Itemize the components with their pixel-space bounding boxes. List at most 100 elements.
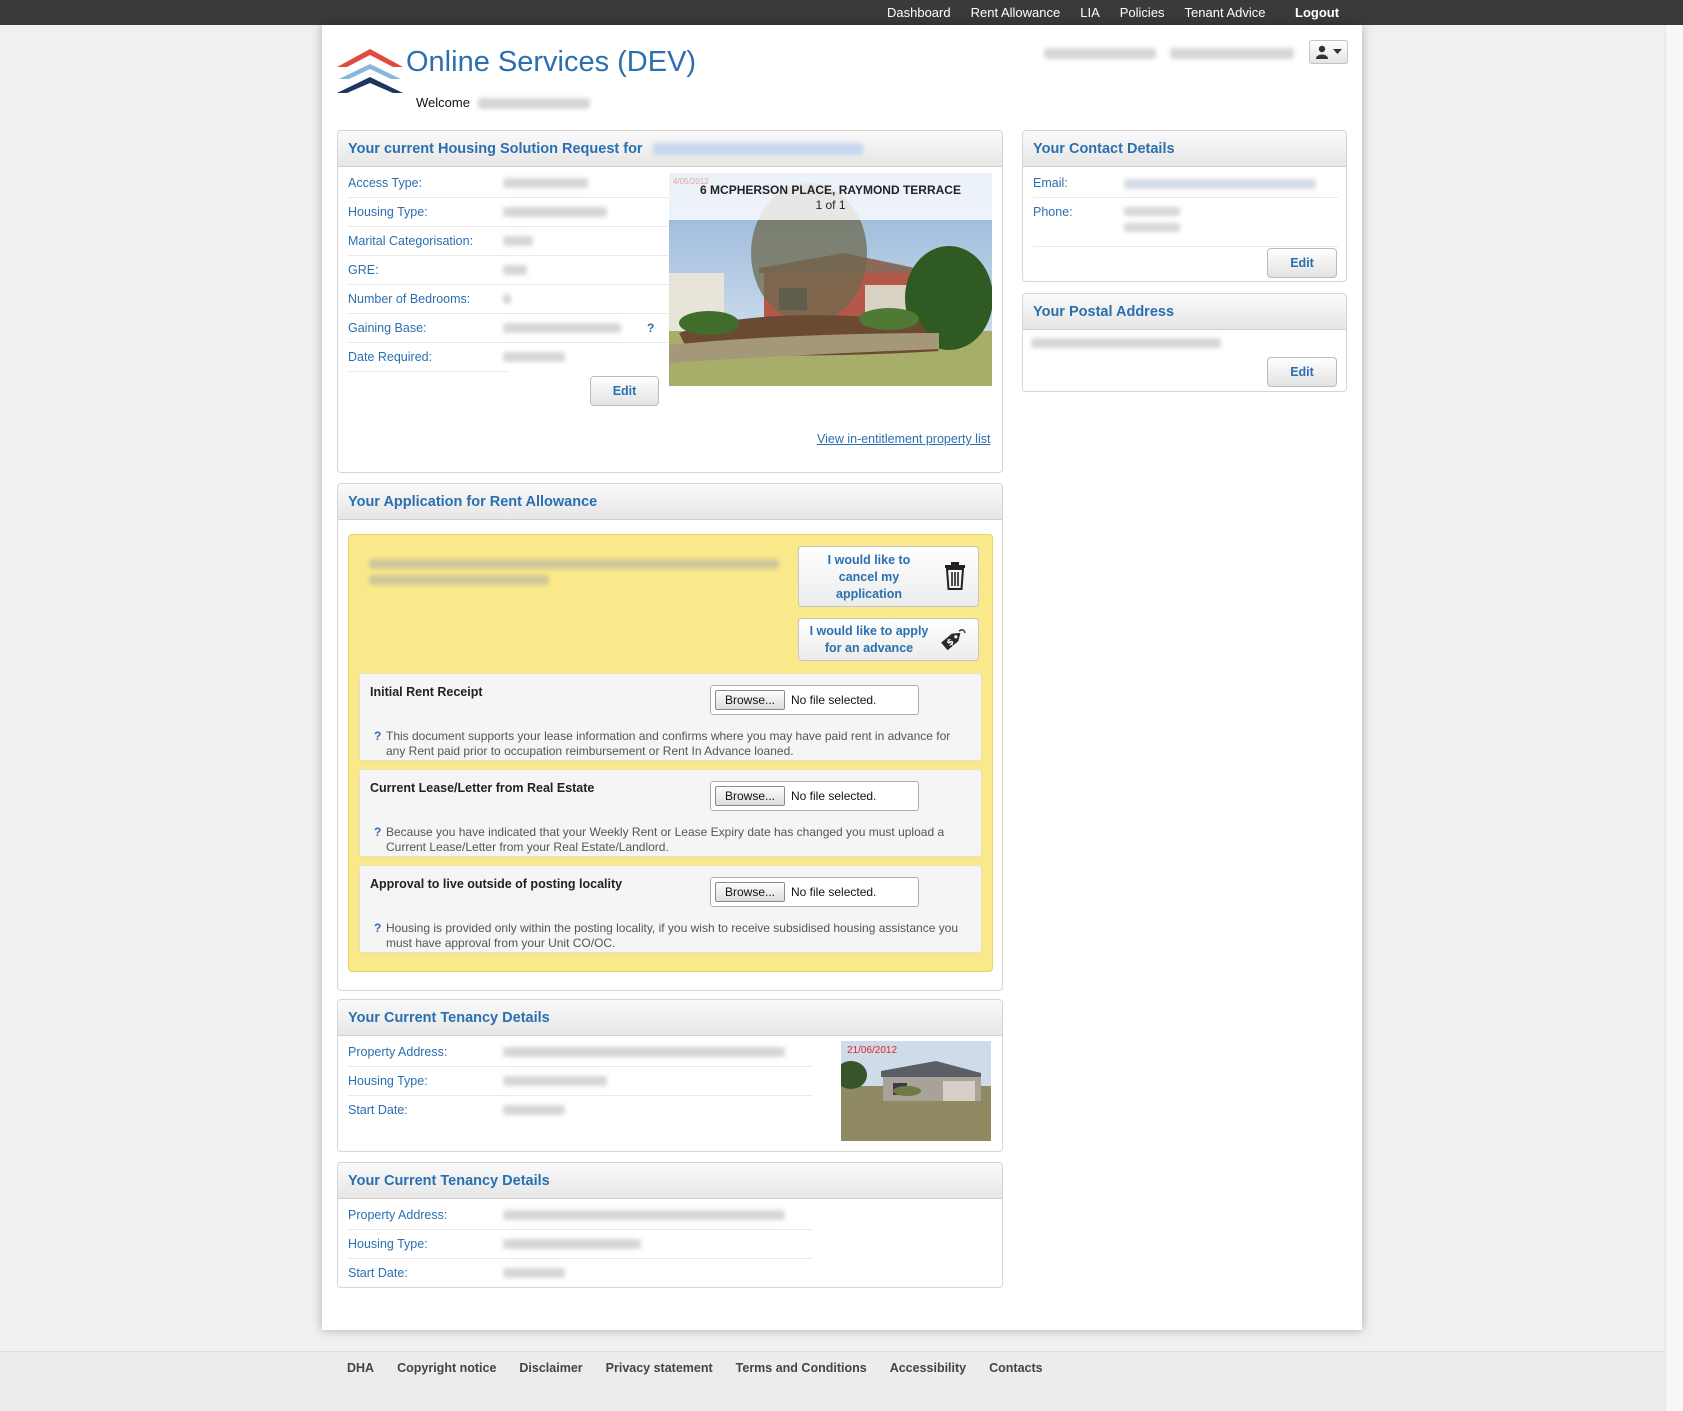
question-icon: ? <box>374 921 382 935</box>
question-icon: ? <box>374 825 382 839</box>
redacted-gaining-base <box>503 323 621 333</box>
field-date-required: Date Required: <box>348 349 433 364</box>
field-start-date: Start Date: <box>348 1102 408 1117</box>
field-gre: GRE: <box>348 262 379 277</box>
redacted-marital <box>503 236 533 246</box>
browse-button[interactable]: Browse... <box>715 690 785 710</box>
welcome-text: Welcome <box>416 95 590 110</box>
redacted-date-required <box>503 352 565 362</box>
field-housing-type: Housing Type: <box>348 1073 428 1088</box>
application-status-box: I would like to cancel my application I … <box>348 534 993 972</box>
logo <box>337 49 403 93</box>
user-menu-button[interactable] <box>1309 40 1348 64</box>
redacted-gre <box>503 265 527 275</box>
redacted-status-line-1 <box>369 559 779 569</box>
housing-request-title: Your current Housing Solution Request fo… <box>348 141 643 157</box>
redacted-start-date <box>503 1268 565 1278</box>
field-gaining-base: Gaining Base: <box>348 320 427 335</box>
file-input-approval-outside-locality[interactable]: Browse... No file selected. <box>710 877 919 907</box>
top-nav-bar: Dashboard Rent Allowance LIA Policies Te… <box>0 0 1683 25</box>
postal-address-panel: Your Postal Address Edit <box>1022 293 1347 392</box>
browse-button[interactable]: Browse... <box>715 882 785 902</box>
browse-button[interactable]: Browse... <box>715 786 785 806</box>
field-start-date: Start Date: <box>348 1265 408 1280</box>
postal-address-header: Your Postal Address <box>1023 294 1346 330</box>
contact-details-panel: Your Contact Details Email: Phone: Edit <box>1022 130 1347 282</box>
logout-link[interactable]: Logout <box>1295 0 1339 25</box>
footer-link-terms[interactable]: Terms and Conditions <box>736 1361 867 1375</box>
photo-counter: 1 of 1 <box>815 198 846 212</box>
redacted-access-type <box>503 178 588 188</box>
edit-postal-button[interactable]: Edit <box>1267 357 1337 387</box>
photo-address: 6 MCPHERSON PLACE, RAYMOND TERRACE <box>700 183 961 197</box>
field-housing-type: Housing Type: <box>348 204 428 219</box>
rent-allowance-panel: Your Application for Rent Allowance I wo… <box>337 483 1003 991</box>
apply-advance-button[interactable]: I would like to apply for an advance $ <box>798 618 979 661</box>
upload-approval-outside-locality: Approval to live outside of posting loca… <box>359 865 982 953</box>
trash-icon <box>945 562 965 590</box>
file-status: No file selected. <box>791 789 877 803</box>
rent-allowance-header: Your Application for Rent Allowance <box>338 484 1002 520</box>
redacted-phone-1 <box>1124 207 1180 216</box>
redacted-bedrooms <box>503 294 511 304</box>
footer-link-contacts[interactable]: Contacts <box>989 1361 1042 1375</box>
tenancy-1-header: Your Current Tenancy Details <box>338 1000 1002 1036</box>
field-phone: Phone: <box>1033 204 1073 219</box>
footer-links: DHA Copyright notice Disclaimer Privacy … <box>347 1361 1066 1375</box>
redacted-user-name <box>477 98 590 110</box>
redacted-member-name <box>652 143 863 156</box>
site-title: Online Services (DEV) <box>406 46 697 78</box>
field-property-address: Property Address: <box>348 1207 448 1222</box>
redacted-housing-type <box>503 207 607 217</box>
edit-contact-button[interactable]: Edit <box>1267 248 1337 278</box>
file-status: No file selected. <box>791 693 877 707</box>
field-number-of-bedrooms: Number of Bedrooms: <box>348 291 471 306</box>
page-scrollbar[interactable] <box>1665 25 1683 1411</box>
money-tag-icon: $ <box>941 629 966 651</box>
cancel-application-button[interactable]: I would like to cancel my application <box>798 546 979 607</box>
nav-lia[interactable]: LIA <box>1080 5 1100 20</box>
nav-dashboard[interactable]: Dashboard <box>887 5 951 20</box>
file-input-current-lease[interactable]: Browse... No file selected. <box>710 781 919 811</box>
footer-link-privacy[interactable]: Privacy statement <box>606 1361 713 1375</box>
redacted-postal-address <box>1031 338 1221 348</box>
question-icon: ? <box>374 729 382 743</box>
edit-housing-request-button[interactable]: Edit <box>590 376 659 406</box>
redacted-email <box>1124 179 1316 189</box>
footer-link-accessibility[interactable]: Accessibility <box>890 1361 966 1375</box>
nav-rent-allowance[interactable]: Rent Allowance <box>971 5 1061 20</box>
redacted-property-address <box>503 1047 785 1057</box>
redacted-status-line-2 <box>369 575 549 585</box>
redacted-phone-2 <box>1124 223 1180 232</box>
tenancy-property-image <box>841 1041 991 1141</box>
nav-policies[interactable]: Policies <box>1120 5 1165 20</box>
tenancy-panel-1: Your Current Tenancy Details Property Ad… <box>337 999 1003 1152</box>
footer-link-copyright[interactable]: Copyright notice <box>397 1361 496 1375</box>
tenancy-photo[interactable]: 21/06/2012 <box>841 1041 991 1141</box>
page-card: Online Services (DEV) Welcome Your curre… <box>322 25 1362 1330</box>
footer-link-disclaimer[interactable]: Disclaimer <box>519 1361 582 1375</box>
field-property-address: Property Address: <box>348 1044 448 1059</box>
top-nav: Dashboard Rent Allowance LIA Policies Te… <box>887 0 1286 25</box>
housing-request-header: Your current Housing Solution Request fo… <box>338 131 1002 167</box>
housing-request-panel: Your current Housing Solution Request fo… <box>337 130 1003 473</box>
redacted-start-date <box>503 1105 565 1115</box>
file-status: No file selected. <box>791 885 877 899</box>
file-input-initial-rent-receipt[interactable]: Browse... No file selected. <box>710 685 919 715</box>
upload-initial-rent-receipt: Initial Rent Receipt Browse... No file s… <box>359 673 982 761</box>
redacted-housing-type <box>503 1239 641 1249</box>
property-list-link[interactable]: View in-entitlement property list <box>817 432 990 446</box>
nav-tenant-advice[interactable]: Tenant Advice <box>1185 5 1266 20</box>
redacted-user-info <box>1044 45 1294 60</box>
footer-link-dha[interactable]: DHA <box>347 1361 374 1375</box>
upload-current-lease: Current Lease/Letter from Real Estate Br… <box>359 769 982 857</box>
user-icon <box>1315 45 1328 59</box>
welcome-label: Welcome <box>416 95 470 110</box>
redacted-property-address <box>503 1210 785 1220</box>
field-access-type: Access Type: <box>348 175 423 190</box>
tenancy-panel-2: Your Current Tenancy Details Property Ad… <box>337 1162 1003 1288</box>
field-marital-categorisation: Marital Categorisation: <box>348 233 474 248</box>
property-photo[interactable]: 4/05/2012 6 MCPHERSON PLACE, RAYMOND TER… <box>669 173 992 386</box>
gaining-base-help-icon[interactable]: ? <box>647 321 654 335</box>
field-email: Email: <box>1033 175 1068 190</box>
